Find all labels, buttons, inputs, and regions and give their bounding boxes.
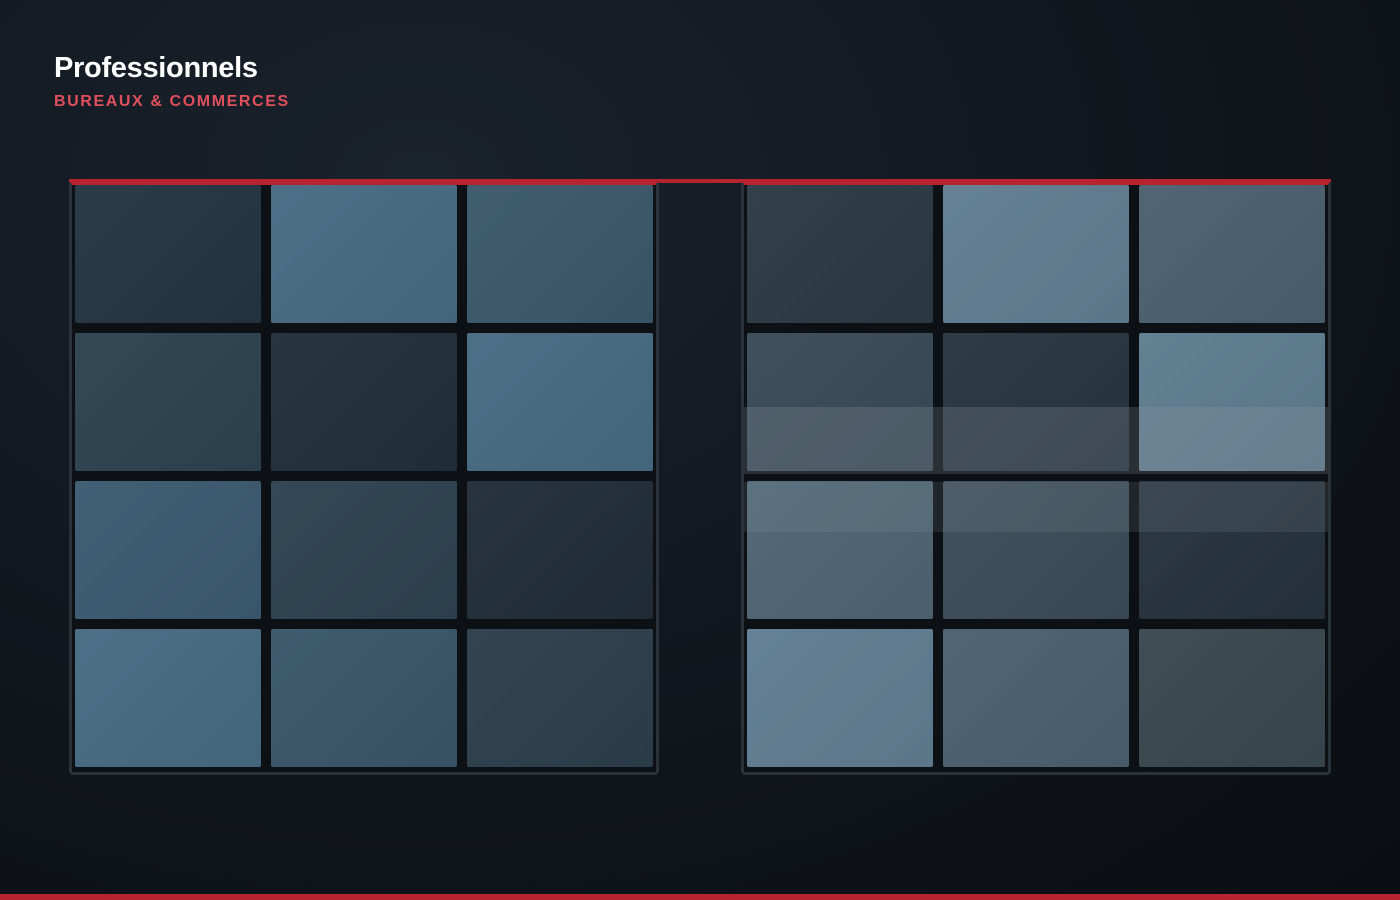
image-tile[interactable]: [75, 629, 261, 767]
image-tile[interactable]: [75, 481, 261, 619]
image-tile[interactable]: [747, 185, 933, 323]
accent-line-bottom: [0, 894, 1400, 900]
image-tile[interactable]: [467, 629, 653, 767]
image-tile[interactable]: [271, 629, 457, 767]
image-tile[interactable]: [1139, 185, 1325, 323]
image-tile[interactable]: [943, 481, 1129, 619]
image-tile[interactable]: [1139, 333, 1325, 471]
gallery-panel-left: [69, 180, 659, 775]
image-tile[interactable]: [467, 481, 653, 619]
page-subtitle: BUREAUX & COMMERCES: [54, 93, 290, 110]
image-tile[interactable]: [75, 185, 261, 323]
image-tile[interactable]: [271, 481, 457, 619]
image-tile[interactable]: [747, 481, 933, 619]
image-tile[interactable]: [75, 333, 261, 471]
tile-grid-left: [75, 185, 654, 767]
tile-grid-right: [747, 185, 1326, 767]
gallery-panel-right: [741, 180, 1331, 775]
image-tile[interactable]: [747, 629, 933, 767]
image-tile[interactable]: [1139, 481, 1325, 619]
image-tile[interactable]: [467, 185, 653, 323]
image-tile[interactable]: [943, 185, 1129, 323]
image-tile[interactable]: [747, 333, 933, 471]
image-tile[interactable]: [271, 185, 457, 323]
image-tile[interactable]: [1139, 629, 1325, 767]
image-tile[interactable]: [271, 333, 457, 471]
image-tile[interactable]: [943, 629, 1129, 767]
image-tile[interactable]: [943, 333, 1129, 471]
page-title: Professionnels: [54, 52, 258, 84]
image-tile[interactable]: [467, 333, 653, 471]
header: Professionnels BUREAUX & COMMERCES: [54, 50, 290, 112]
